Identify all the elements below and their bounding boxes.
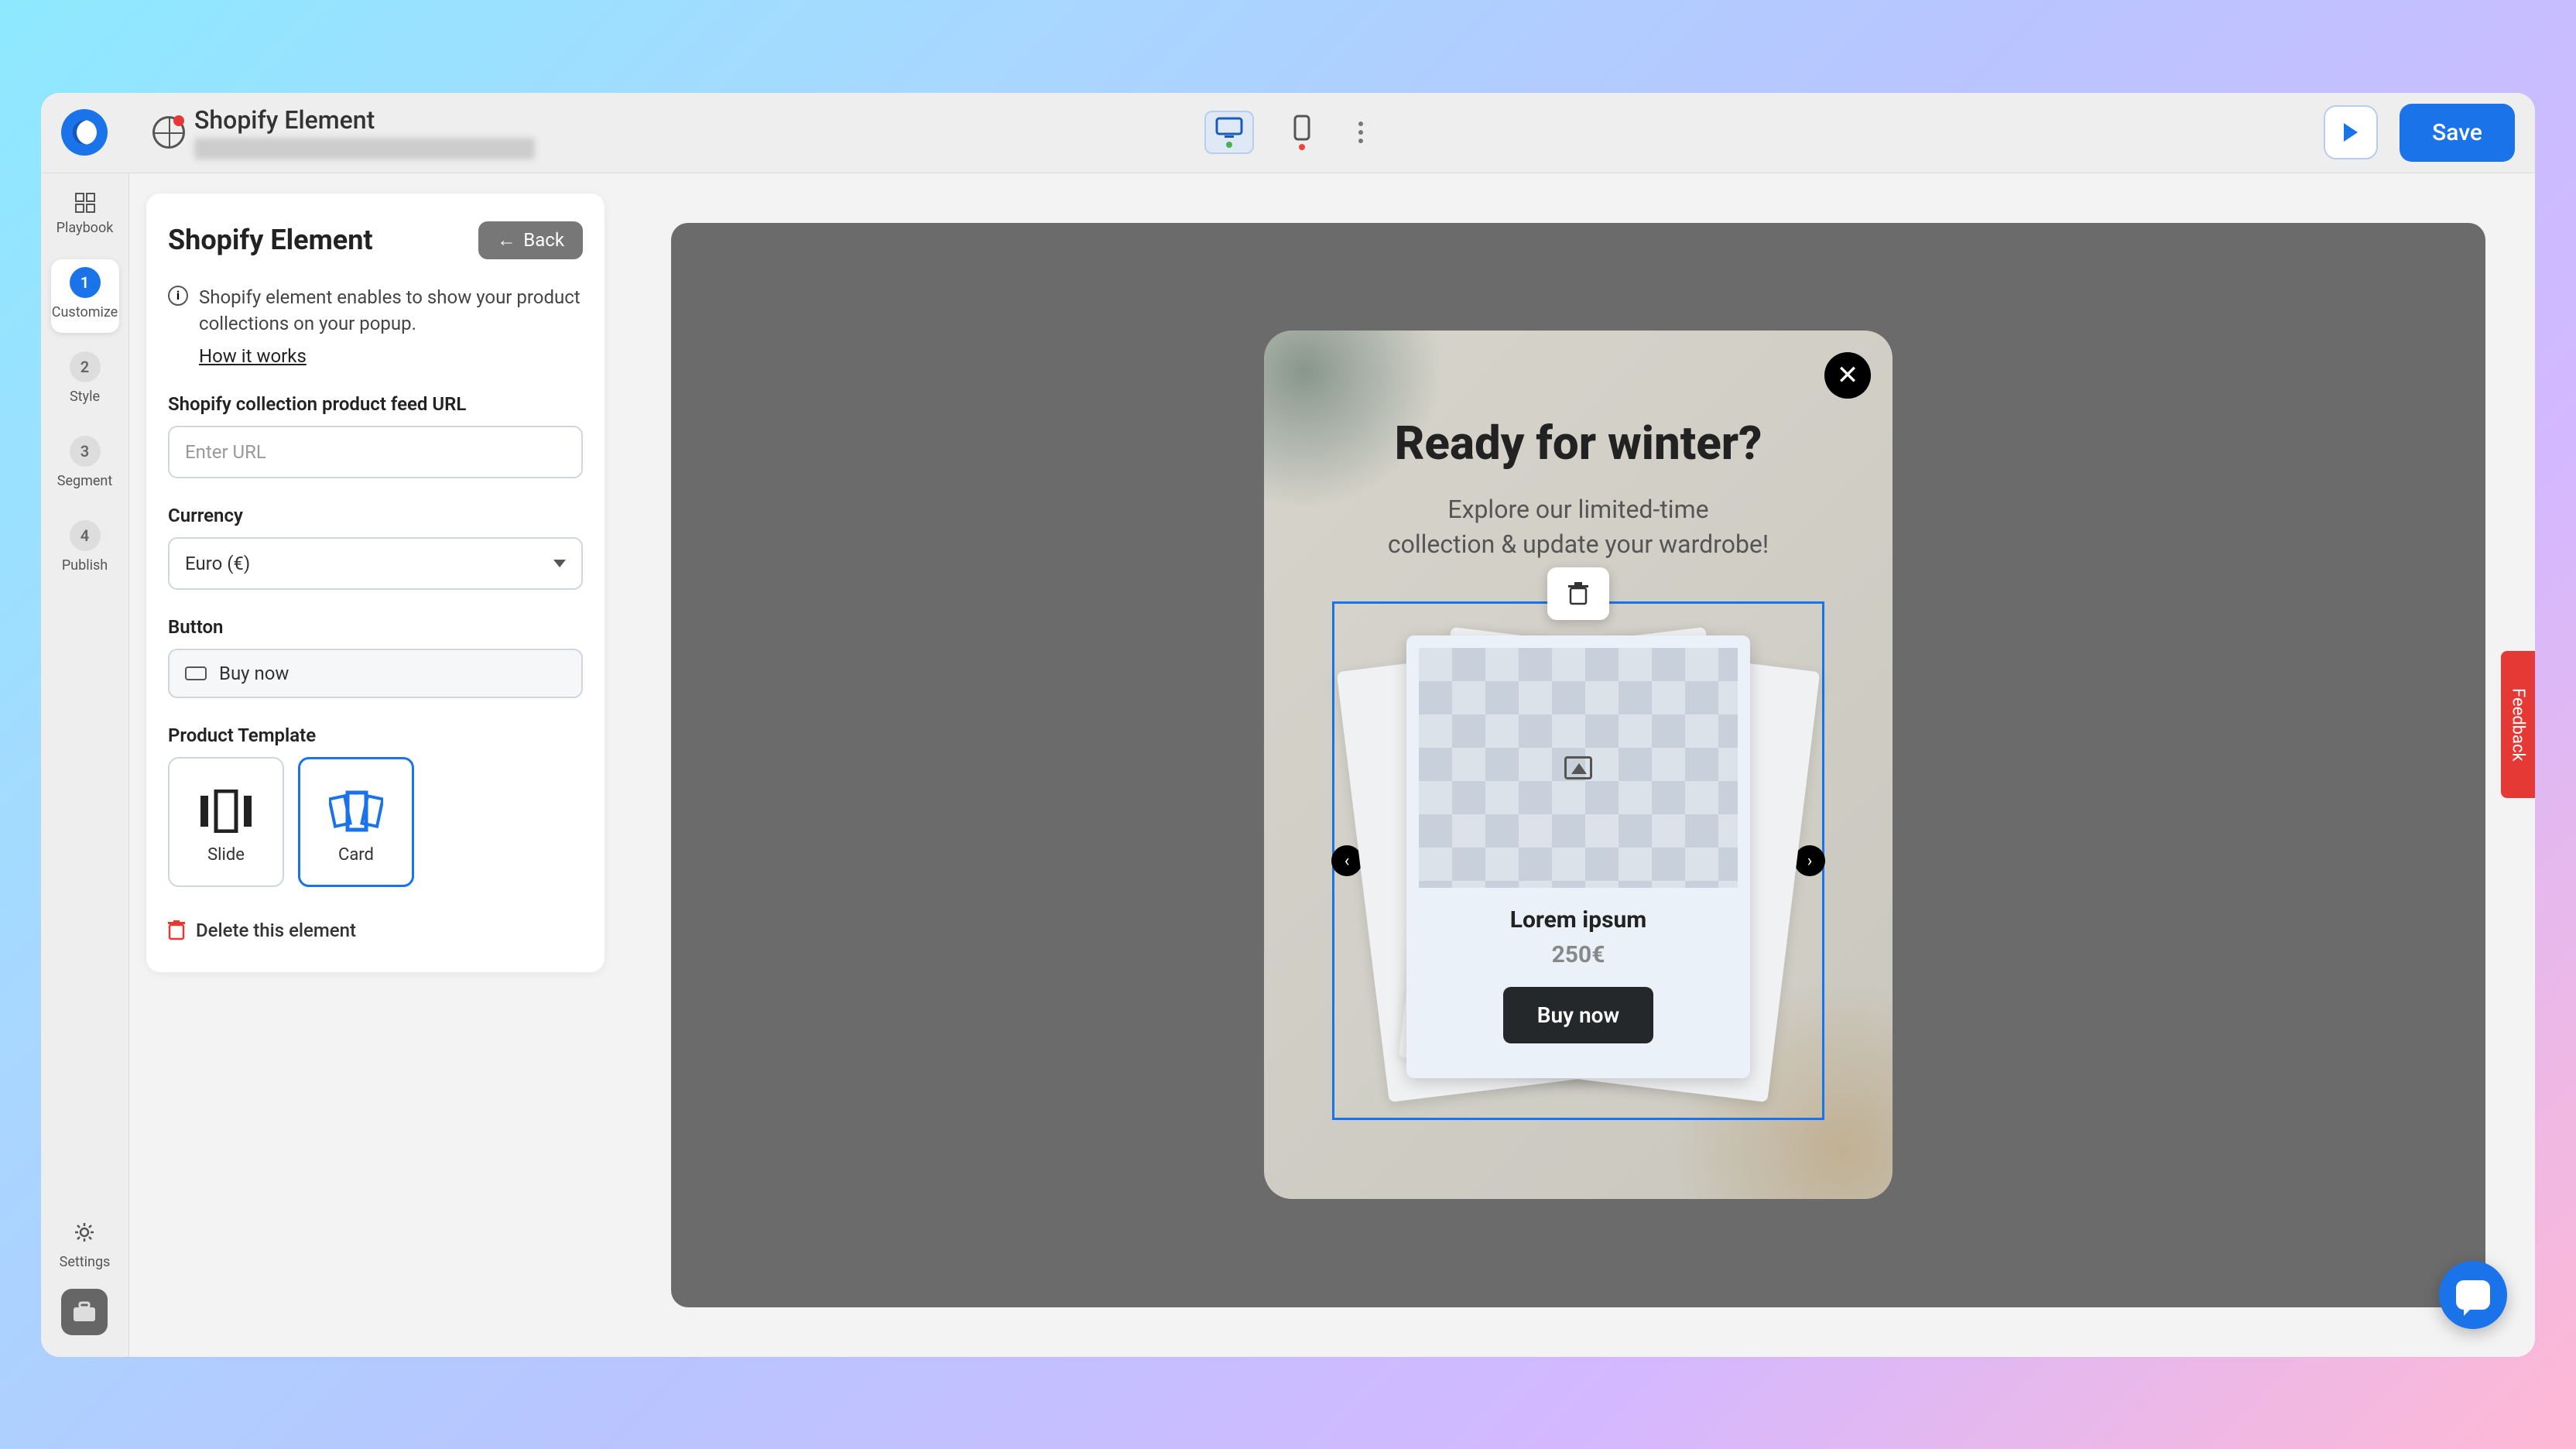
briefcase-icon [72, 1301, 97, 1323]
panel-title: Shopify Element [168, 224, 373, 256]
card-icon [329, 780, 383, 842]
globe-icon [152, 116, 185, 149]
preview-button[interactable] [2324, 105, 2378, 159]
info-icon: i [168, 286, 188, 306]
popup-subheading[interactable]: Explore our limited-time collection & up… [1301, 492, 1855, 562]
header-actions: Save [2324, 104, 2515, 162]
trash-icon [1568, 582, 1588, 605]
product-price: 250€ [1552, 941, 1605, 968]
app-logo-icon[interactable] [61, 109, 108, 156]
floating-delete-button[interactable] [1547, 567, 1609, 620]
popup-preview: ✕ Ready for winter? Explore our limited-… [1264, 331, 1893, 1199]
button-icon [185, 666, 207, 680]
arrow-left-icon: ← [497, 229, 516, 252]
trash-icon [168, 920, 185, 940]
template-slide[interactable]: Slide [168, 757, 284, 887]
canvas-area: ✕ Ready for winter? Explore our limited-… [622, 173, 2535, 1357]
nav-settings[interactable]: Settings [60, 1221, 111, 1270]
chevron-down-icon [553, 560, 566, 567]
nav-step-customize[interactable]: 1 Customize [51, 259, 119, 333]
currency-label: Currency [168, 505, 583, 526]
template-card[interactable]: Card [298, 757, 414, 887]
top-bar: Shopify Element Save [41, 93, 2535, 173]
nav-step-segment[interactable]: 3 Segment [51, 428, 119, 502]
url-input[interactable] [168, 426, 583, 478]
play-icon [2344, 123, 2358, 142]
chevron-right-icon: › [1807, 851, 1813, 871]
button-config[interactable]: Buy now [168, 649, 583, 698]
buy-now-button[interactable]: Buy now [1503, 987, 1653, 1043]
delete-element-button[interactable]: Delete this element [168, 920, 583, 941]
shopify-element-selected[interactable]: ‹ › Lorem ipsum [1332, 601, 1824, 1120]
grid-icon [74, 192, 96, 214]
page-title: Shopify Element [194, 105, 535, 135]
feedback-tab[interactable]: Feedback [2501, 651, 2535, 798]
body: Playbook 1 Customize 2 Style 3 Segment 4… [41, 173, 2535, 1357]
desktop-view-button[interactable] [1204, 111, 1254, 154]
properties-panel: Shopify Element ← Back i Shopify element… [146, 194, 605, 973]
product-card[interactable]: Lorem ipsum 250€ Buy now [1406, 635, 1750, 1078]
nav-step-publish[interactable]: 4 Publish [51, 512, 119, 586]
how-it-works-link[interactable]: How it works [199, 345, 583, 367]
side-panel: Shopify Element ← Back i Shopify element… [129, 173, 622, 1357]
product-card-stack: Lorem ipsum 250€ Buy now [1377, 625, 1780, 1097]
chat-button[interactable] [2439, 1261, 2507, 1329]
app-frame: Shopify Element Save Playbook [41, 93, 2535, 1357]
currency-select[interactable]: Euro (€) [168, 537, 583, 590]
nav-briefcase[interactable] [61, 1289, 108, 1335]
nav-rail: Playbook 1 Customize 2 Style 3 Segment 4… [41, 173, 129, 1357]
carousel-next-button[interactable]: › [1794, 845, 1825, 876]
product-name: Lorem ipsum [1510, 906, 1647, 933]
template-label: Product Template [168, 724, 583, 746]
close-icon: ✕ [1837, 360, 1859, 391]
desktop-icon [1215, 117, 1243, 139]
gear-icon [74, 1221, 95, 1243]
viewport-toggle [1204, 111, 1372, 154]
breadcrumb [194, 138, 535, 159]
url-label: Shopify collection product feed URL [168, 393, 583, 415]
product-image-placeholder [1419, 648, 1738, 888]
image-icon [1564, 756, 1592, 779]
chevron-left-icon: ‹ [1345, 851, 1350, 871]
nav-step-style[interactable]: 2 Style [51, 344, 119, 417]
popup-close-button[interactable]: ✕ [1824, 352, 1871, 399]
info-row: i Shopify element enables to show your p… [168, 284, 583, 338]
more-menu-button[interactable] [1350, 122, 1372, 143]
back-button[interactable]: ← Back [478, 221, 583, 259]
save-button[interactable]: Save [2400, 104, 2515, 162]
slide-icon [199, 780, 253, 842]
popup-heading[interactable]: Ready for winter? [1301, 416, 1855, 471]
mobile-view-button[interactable] [1277, 111, 1327, 154]
mobile-icon [1293, 115, 1310, 141]
button-section-label: Button [168, 616, 583, 638]
canvas[interactable]: ✕ Ready for winter? Explore our limited-… [671, 223, 2485, 1307]
nav-playbook[interactable]: Playbook [51, 192, 119, 248]
chat-icon [2456, 1280, 2490, 1310]
